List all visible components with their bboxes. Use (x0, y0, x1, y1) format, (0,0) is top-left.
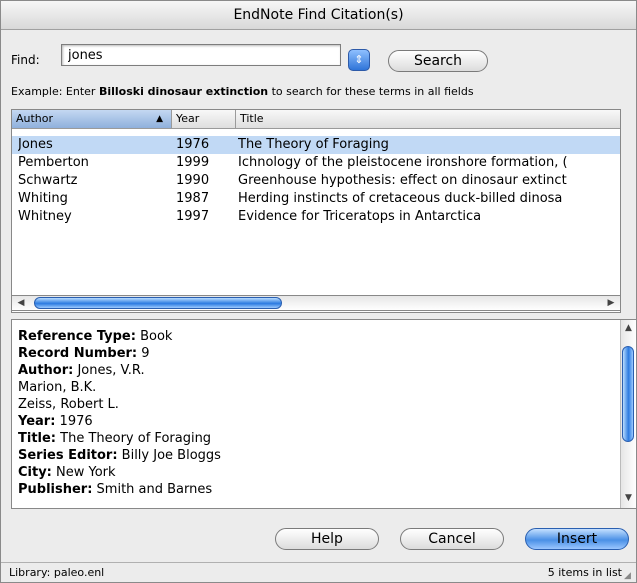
sort-ascending-icon: ▲ (156, 114, 163, 124)
detail-line: Marion, B.K. (18, 380, 97, 395)
detail-line: Series Editor: Billy Joe Bloggs (18, 448, 221, 463)
reference-details-pane: Reference Type: Book Record Number: 9 Au… (11, 319, 636, 509)
reference-details-text: Reference Type: Book Record Number: 9 Au… (18, 328, 618, 498)
resize-grip-icon[interactable]: ◢ (624, 571, 634, 581)
detail-line: Author: Jones, V.R. (18, 363, 145, 378)
window-title: EndNote Find Citation(s) (1, 1, 636, 30)
details-vertical-scrollbar[interactable]: ▲ ▼ (620, 320, 636, 508)
column-header-author[interactable]: Author ▲ (12, 110, 172, 128)
table-row[interactable]: Schwartz 1990 Greenhouse hypothesis: eff… (12, 172, 620, 190)
search-button[interactable]: Search (388, 50, 488, 72)
scroll-right-icon[interactable]: ▶ (604, 296, 618, 310)
detail-line: Zeiss, Robert L. (18, 397, 119, 412)
table-row[interactable]: Whiting 1987 Herding instincts of cretac… (12, 190, 620, 208)
library-status: Library: paleo.enl (9, 566, 105, 579)
scroll-down-icon[interactable]: ▼ (621, 492, 636, 504)
table-row[interactable]: Whitney 1997 Evidence for Triceratops in… (12, 208, 620, 226)
find-label: Find: (11, 53, 40, 67)
help-button[interactable]: Help (275, 528, 379, 550)
column-header-title[interactable]: Title (236, 110, 620, 128)
detail-line: Publisher: Smith and Barnes (18, 482, 213, 497)
up-down-arrows-icon: ⇕ (354, 53, 364, 66)
vertical-scroll-thumb[interactable] (622, 346, 634, 442)
detail-line: Title: The Theory of Foraging (18, 431, 212, 446)
scroll-up-icon[interactable]: ▲ (621, 322, 636, 334)
results-table: Author ▲ Year Title Jones 1976 The Theor… (11, 109, 621, 313)
results-horizontal-scrollbar[interactable]: ◀ ▶ (11, 295, 621, 311)
item-count-status: 5 items in list (547, 566, 622, 579)
cancel-button[interactable]: Cancel (400, 528, 504, 550)
detail-line: Year: 1976 (18, 414, 93, 429)
column-header-year[interactable]: Year (172, 110, 236, 128)
scroll-left-icon[interactable]: ◀ (14, 296, 28, 310)
endnote-find-window: EndNote Find Citation(s) Find: ⇕ Search … (0, 0, 637, 583)
search-example-hint: Example: Enter Billoski dinosaur extinct… (11, 85, 474, 98)
search-field-menu-stepper[interactable]: ⇕ (348, 49, 370, 71)
detail-line: City: New York (18, 465, 116, 480)
find-input[interactable] (61, 44, 341, 66)
table-header: Author ▲ Year Title (12, 110, 620, 129)
insert-button[interactable]: Insert (525, 528, 629, 550)
status-bar: Library: paleo.enl 5 items in list ◢ (1, 562, 636, 582)
detail-line: Record Number: 9 (18, 346, 150, 361)
detail-line: Reference Type: Book (18, 329, 173, 344)
table-row[interactable]: Jones 1976 The Theory of Foraging (12, 136, 620, 154)
table-row[interactable]: Pemberton 1999 Ichnology of the pleistoc… (12, 154, 620, 172)
horizontal-scroll-thumb[interactable] (34, 297, 282, 309)
